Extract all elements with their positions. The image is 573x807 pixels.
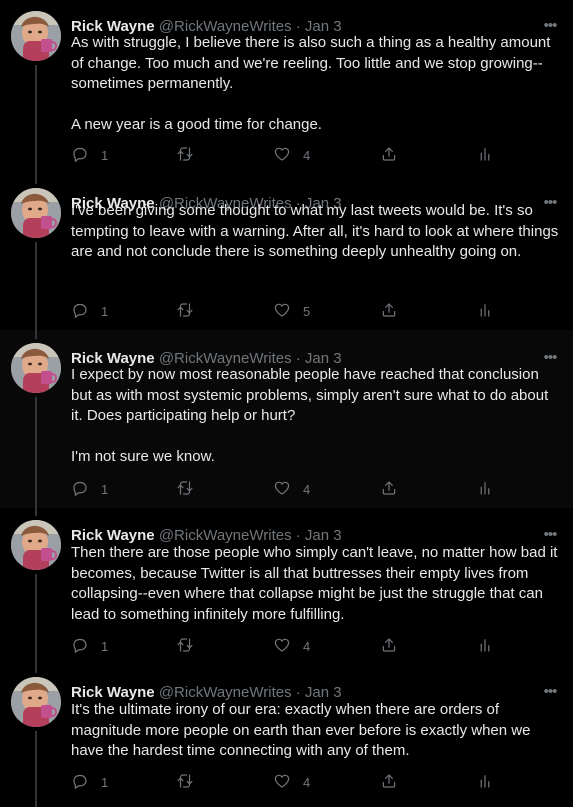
separator: · bbox=[295, 527, 301, 544]
share-icon bbox=[380, 772, 398, 793]
like-icon bbox=[273, 301, 291, 322]
share-button[interactable] bbox=[380, 636, 398, 656]
retweet-icon bbox=[176, 772, 194, 793]
retweet-icon bbox=[176, 145, 194, 166]
tweet-text: As with struggle, I believe there is als… bbox=[71, 34, 551, 133]
like-count: 5 bbox=[303, 303, 311, 319]
avatar[interactable] bbox=[11, 188, 61, 238]
share-button[interactable] bbox=[380, 301, 398, 321]
share-icon bbox=[380, 636, 398, 657]
tweet[interactable]: Rick Wayne @RickWayneWrites · Jan 3 ••• Th… bbox=[0, 508, 573, 664]
like-button[interactable]: 4 bbox=[273, 636, 310, 656]
thread-line bbox=[35, 330, 37, 339]
author-name[interactable]: Rick Wayne bbox=[71, 684, 155, 701]
tweet[interactable]: Rick Wayne @RickWayneWrites · Jan 3 ••• I … bbox=[0, 330, 573, 508]
analytics-icon bbox=[476, 145, 494, 166]
avatar[interactable] bbox=[11, 677, 61, 727]
thread-line bbox=[35, 574, 37, 664]
analytics-button[interactable] bbox=[476, 772, 494, 792]
reply-icon bbox=[71, 636, 89, 657]
thread-feed: Rick Wayne @RickWayneWrites · Jan 3 ••• As… bbox=[0, 0, 573, 807]
tweet-actions: 14 bbox=[71, 636, 501, 656]
reply-button[interactable]: 1 bbox=[71, 772, 108, 792]
tweet-text: Then there are those people who simply c… bbox=[71, 544, 562, 623]
share-icon bbox=[380, 479, 398, 500]
thread-line bbox=[35, 664, 37, 673]
tweet-date[interactable]: Jan 3 bbox=[305, 527, 342, 544]
tweet-actions: 14 bbox=[71, 772, 501, 792]
tweet-date[interactable]: Jan 3 bbox=[305, 684, 342, 701]
tweet-actions: 14 bbox=[71, 479, 501, 499]
like-icon bbox=[273, 479, 291, 500]
author-handle[interactable]: @RickWayneWrites bbox=[159, 527, 292, 544]
reply-button[interactable]: 1 bbox=[71, 636, 108, 656]
retweet-icon bbox=[176, 636, 194, 657]
analytics-button[interactable] bbox=[476, 479, 494, 499]
avatar[interactable] bbox=[11, 520, 61, 570]
like-button[interactable]: 4 bbox=[273, 145, 310, 165]
share-button[interactable] bbox=[380, 772, 398, 792]
author-name[interactable]: Rick Wayne bbox=[71, 527, 155, 544]
thread-line bbox=[35, 65, 37, 166]
share-icon bbox=[380, 301, 398, 322]
share-icon bbox=[380, 145, 398, 166]
reply-count: 1 bbox=[101, 481, 109, 497]
tweet-actions: 15 bbox=[71, 301, 501, 321]
thread-line bbox=[35, 242, 37, 330]
like-button[interactable]: 4 bbox=[273, 479, 310, 499]
avatar[interactable] bbox=[11, 343, 61, 393]
analytics-button[interactable] bbox=[476, 145, 494, 165]
like-count: 4 bbox=[303, 481, 311, 497]
analytics-icon bbox=[476, 479, 494, 500]
thread-line bbox=[35, 731, 37, 807]
tweet-text: I've been giving some thought to what my… bbox=[71, 202, 563, 260]
reply-count: 1 bbox=[101, 147, 109, 163]
reply-button[interactable]: 1 bbox=[71, 145, 108, 165]
reply-count: 1 bbox=[101, 774, 109, 790]
like-count: 4 bbox=[303, 774, 311, 790]
like-button[interactable]: 4 bbox=[273, 772, 310, 792]
analytics-button[interactable] bbox=[476, 636, 494, 656]
share-button[interactable] bbox=[380, 145, 398, 165]
retweet-button[interactable] bbox=[176, 636, 206, 656]
like-count: 4 bbox=[303, 147, 311, 163]
thread-line bbox=[35, 166, 37, 184]
tweet-actions: 14 bbox=[71, 145, 501, 165]
reply-icon bbox=[71, 301, 89, 322]
tweet[interactable]: Rick Wayne @RickWayneWrites · Jan 3 ••• It… bbox=[0, 664, 573, 807]
retweet-button[interactable] bbox=[176, 479, 206, 499]
reply-icon bbox=[71, 145, 89, 166]
like-icon bbox=[273, 145, 291, 166]
reply-button[interactable]: 1 bbox=[71, 301, 108, 321]
analytics-icon bbox=[476, 772, 494, 793]
tweet-text: I expect by now most reasonable people h… bbox=[71, 366, 549, 465]
reply-count: 1 bbox=[101, 303, 109, 319]
like-icon bbox=[273, 636, 291, 657]
separator: · bbox=[295, 684, 301, 701]
reply-icon bbox=[71, 772, 89, 793]
share-button[interactable] bbox=[380, 479, 398, 499]
retweet-button[interactable] bbox=[176, 772, 206, 792]
analytics-button[interactable] bbox=[476, 301, 494, 321]
retweet-button[interactable] bbox=[176, 301, 206, 321]
tweet[interactable]: Rick Wayne @RickWayneWrites · Jan 3 ••• As… bbox=[0, 0, 573, 166]
reply-count: 1 bbox=[101, 638, 109, 654]
reply-button[interactable]: 1 bbox=[71, 479, 108, 499]
thread-line bbox=[35, 508, 37, 516]
like-icon bbox=[273, 772, 291, 793]
analytics-icon bbox=[476, 301, 494, 322]
thread-line bbox=[35, 397, 37, 508]
analytics-icon bbox=[476, 636, 494, 657]
reply-icon bbox=[71, 479, 89, 500]
tweet-text: It's the ultimate irony of our era: exac… bbox=[71, 701, 535, 759]
avatar[interactable] bbox=[11, 11, 61, 61]
author-handle[interactable]: @RickWayneWrites bbox=[159, 684, 292, 701]
tweet[interactable]: Rick Wayne @RickWayneWrites · Jan 3 ••• I'… bbox=[0, 166, 573, 330]
retweet-icon bbox=[176, 301, 194, 322]
like-button[interactable]: 5 bbox=[273, 301, 310, 321]
retweet-button[interactable] bbox=[176, 145, 206, 165]
retweet-icon bbox=[176, 479, 194, 500]
like-count: 4 bbox=[303, 638, 311, 654]
